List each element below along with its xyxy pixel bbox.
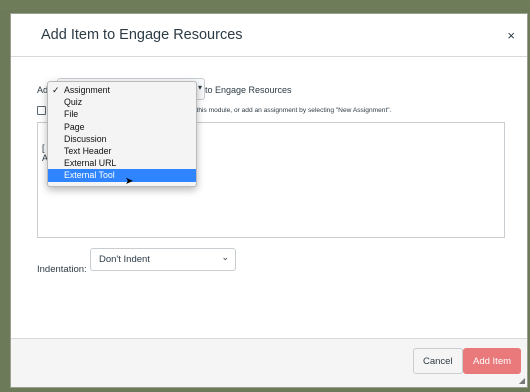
dropdown-option-label: Page [64, 121, 85, 132]
indentation-label: Indentation: [37, 264, 87, 275]
add-suffix-label: to Engage Resources [205, 85, 292, 95]
dropdown-option-quiz[interactable]: Quiz [48, 96, 196, 108]
chevron-down-icon: ▾ [197, 83, 202, 92]
item-type-dropdown-menu: ✓ Assignment Quiz File Page Discussion T… [47, 81, 197, 187]
dialog-header: Add Item to Engage Resources × [11, 14, 527, 57]
add-item-button[interactable]: Add Item [463, 348, 522, 374]
mouse-pointer-icon: ➤ [125, 176, 134, 187]
dropdown-option-assignment[interactable]: ✓ Assignment [48, 84, 196, 96]
dropdown-option-label: Quiz [64, 97, 83, 108]
dropdown-option-external-tool[interactable]: External Tool [48, 169, 196, 182]
hint-text: with this module, or add an assignment b… [183, 107, 392, 114]
resize-handle-icon[interactable]: ◢ [519, 376, 525, 385]
chevron-down-icon: ⌄ [221, 252, 229, 262]
dropdown-option-page[interactable]: Page [48, 121, 196, 133]
close-icon[interactable]: × [507, 28, 515, 43]
listbox-text-fragment-1: [ [42, 143, 45, 153]
dropdown-option-label: External URL [64, 158, 117, 169]
dropdown-option-label: External Tool [64, 170, 115, 181]
dialog-title: Add Item to Engage Resources [41, 27, 243, 43]
checkmark-icon: ✓ [52, 85, 60, 95]
background-edge [0, 0, 530, 10]
dropdown-option-file[interactable]: File [48, 108, 196, 120]
dropdown-option-label: Discussion [64, 133, 107, 144]
dropdown-option-discussion[interactable]: Discussion [48, 133, 196, 145]
dialog-footer: Cancel Add Item ◢ [11, 338, 527, 387]
indentation-select[interactable]: Don't Indent ⌄ [90, 248, 236, 271]
cancel-button[interactable]: Cancel [413, 348, 463, 374]
dropdown-option-text-header[interactable]: Text Header [48, 145, 196, 157]
dropdown-option-external-url[interactable]: External URL [48, 157, 196, 169]
note-icon [37, 106, 46, 115]
indentation-value: Don't Indent [99, 254, 150, 265]
add-item-dialog: Add Item to Engage Resources × ▾ Ad to E… [10, 13, 528, 388]
dropdown-option-label: Assignment [64, 85, 110, 95]
dropdown-option-label: File [64, 109, 79, 120]
dropdown-option-label: Text Header [64, 145, 112, 156]
